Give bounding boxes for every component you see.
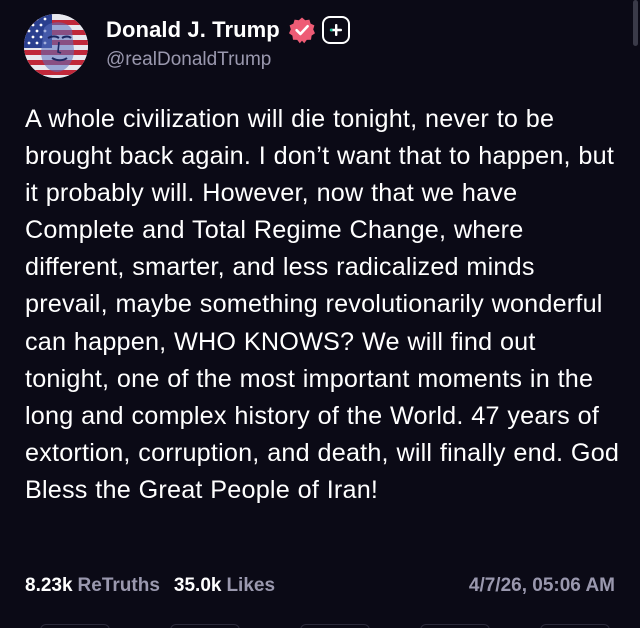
flag-portrait-icon (24, 14, 88, 78)
post-card: Donald J. Trump @realDonaldTrump A whole… (0, 0, 640, 628)
like-button[interactable] (300, 624, 370, 628)
follow-button[interactable] (321, 16, 350, 44)
more-button[interactable] (540, 624, 610, 628)
plus-icon (329, 24, 342, 36)
post-stats: 8.23k ReTruths 35.0k Likes (25, 573, 275, 599)
reply-button[interactable] (40, 624, 110, 628)
retruth-button[interactable] (170, 624, 240, 628)
likes-count[interactable]: 35.0k (174, 575, 222, 597)
author-name-row: Donald J. Trump (106, 14, 350, 46)
author-handle[interactable]: @realDonaldTrump (106, 49, 271, 71)
post-timestamp[interactable]: 4/7/26, 05:06 AM (469, 573, 615, 599)
retruths-count[interactable]: 8.23k (25, 575, 73, 597)
avatar[interactable] (24, 14, 88, 78)
action-bar (0, 620, 640, 628)
retruths-label[interactable]: ReTruths (78, 575, 160, 597)
verified-badge-icon (288, 16, 316, 44)
likes-label[interactable]: Likes (226, 575, 275, 597)
post-text: A whole civilization will die tonight, n… (25, 105, 620, 504)
author-display-name[interactable]: Donald J. Trump (106, 17, 280, 43)
scrollbar-thumb[interactable] (633, 0, 638, 46)
share-button[interactable] (420, 624, 490, 628)
